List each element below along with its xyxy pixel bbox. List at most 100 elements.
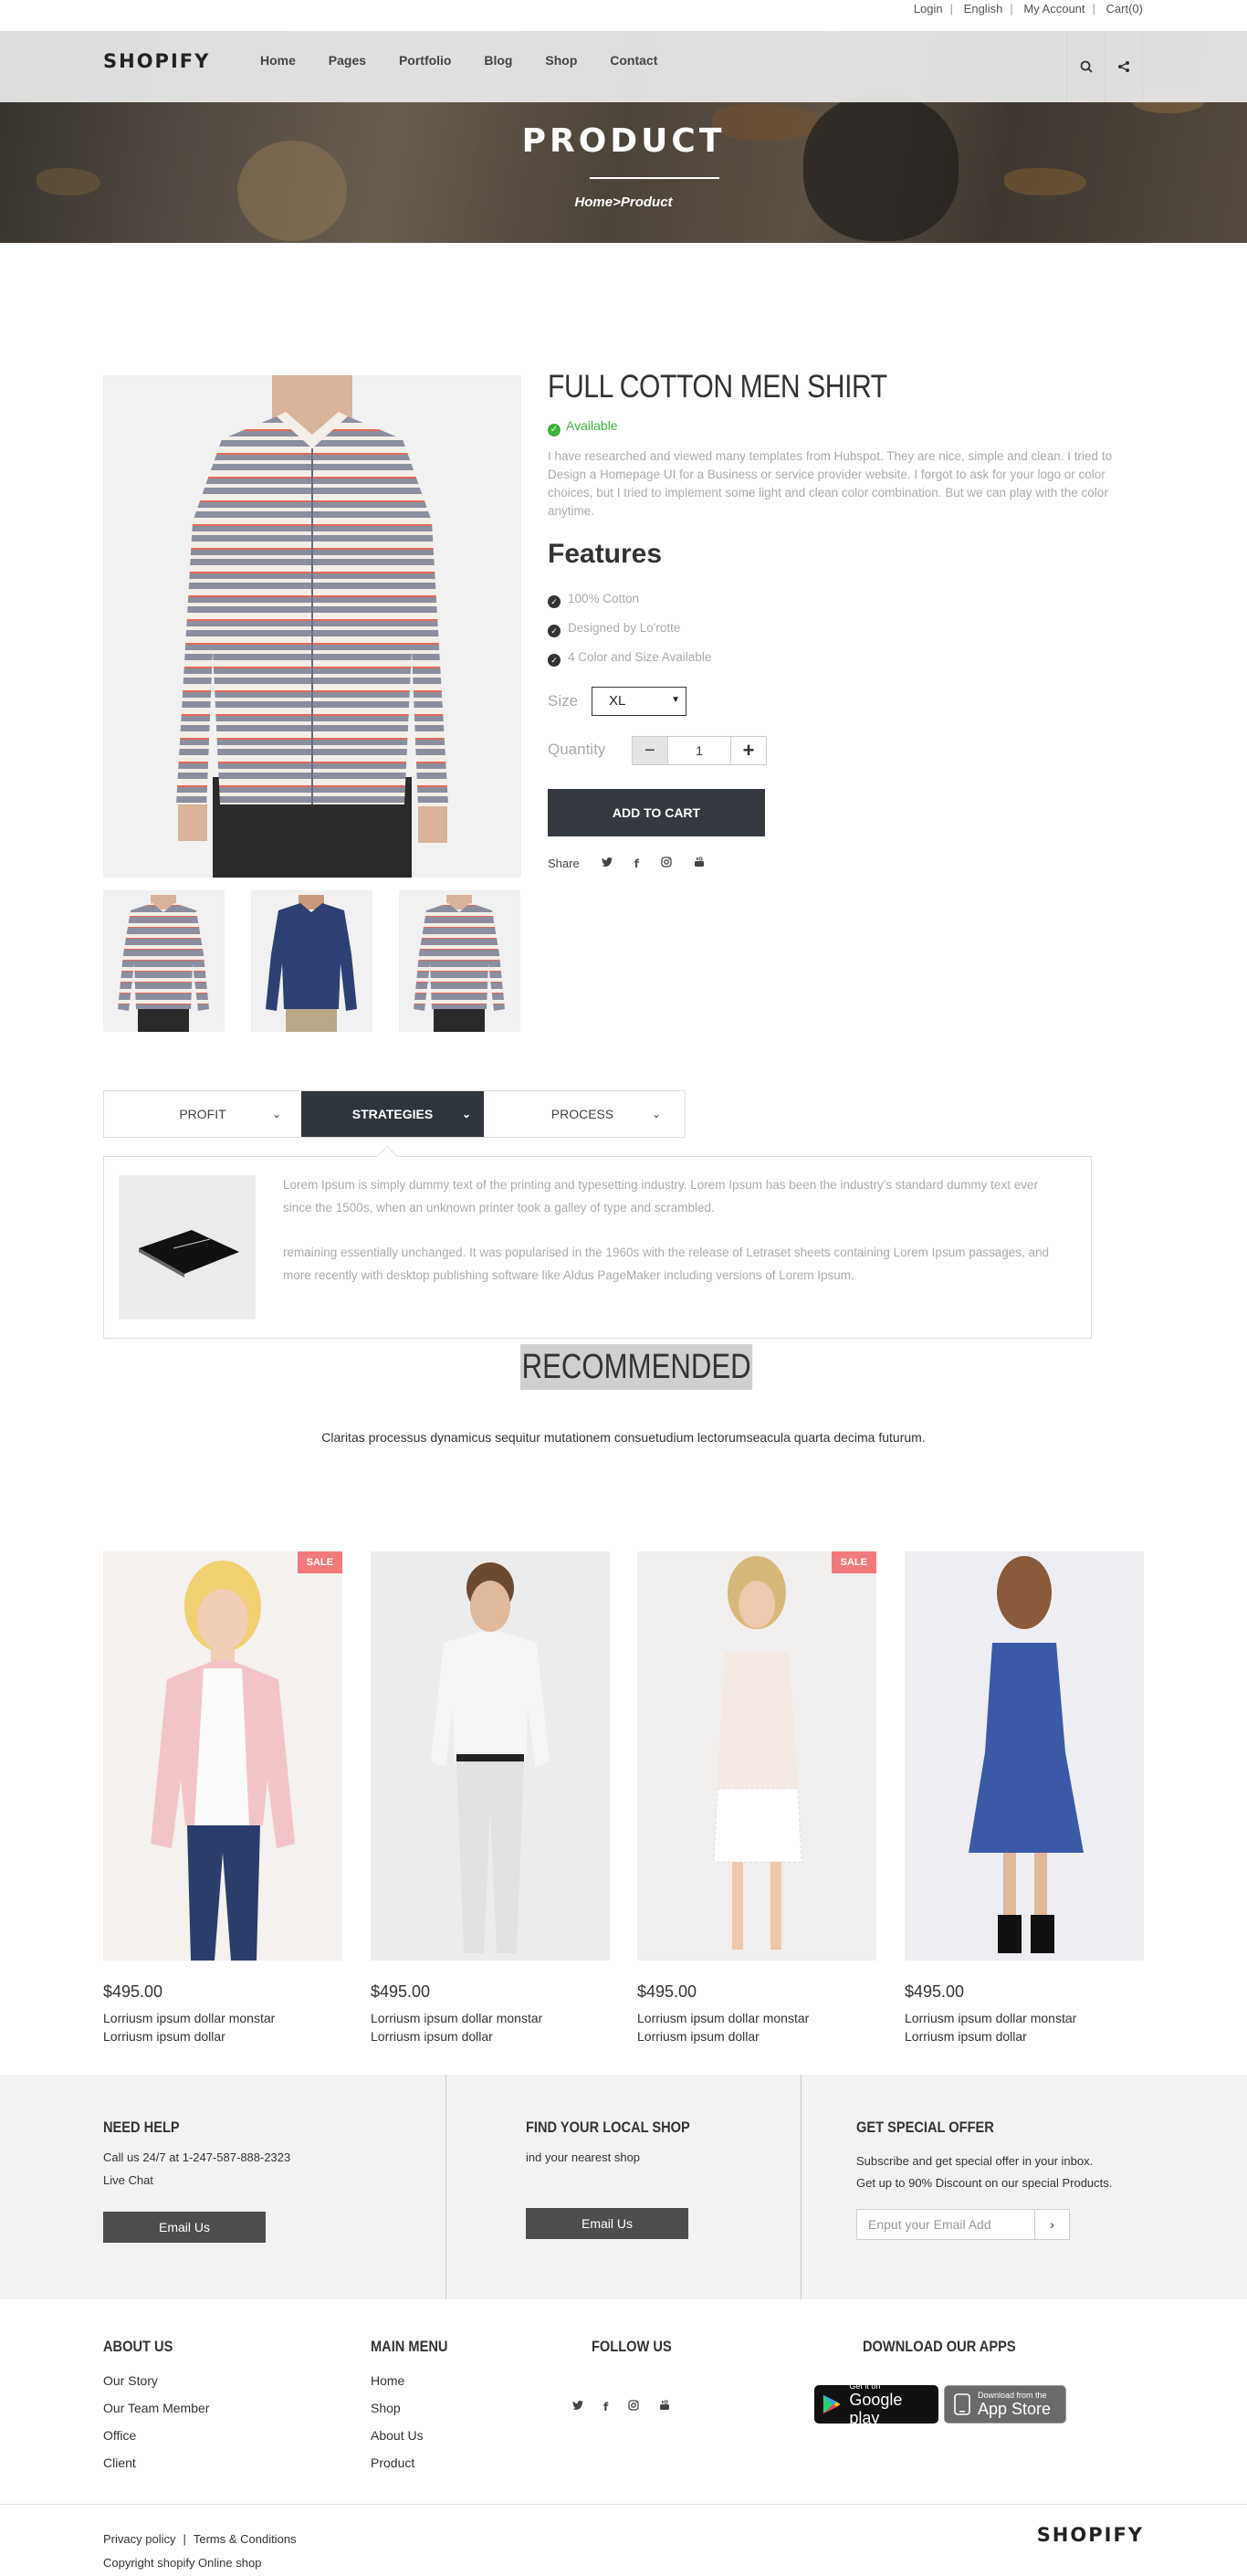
tab-paragraph-2: remaining essentially unchanged. It was … <box>283 1246 1050 1282</box>
footer-link[interactable]: Office <box>103 2422 209 2449</box>
tab-profit[interactable]: PROFIT ⌄ <box>104 1091 301 1137</box>
privacy-policy-link[interactable]: Privacy policy <box>103 2532 175 2546</box>
product-price: $495.00 <box>905 1982 965 2001</box>
product-price: $495.00 <box>637 1982 697 2001</box>
nav-contact[interactable]: Contact <box>610 53 657 68</box>
product-thumbnail[interactable] <box>399 890 520 1032</box>
youtube-icon[interactable] <box>694 857 705 870</box>
product-image[interactable]: SALE <box>637 1551 876 1961</box>
footer-link[interactable]: Shop <box>371 2394 424 2422</box>
product-card[interactable]: $495.00 Lorriusm ipsum dollar monstar Lor… <box>905 1551 1144 2045</box>
email-us-button[interactable]: Email Us <box>526 2208 688 2239</box>
app-store-button[interactable]: Download from the App Store <box>944 2385 1066 2424</box>
twitter-icon[interactable] <box>601 857 613 870</box>
share-row: Share f <box>548 857 705 870</box>
tab-paragraph-1: Lorem Ipsum is simply dummy text of the … <box>283 1178 1038 1214</box>
google-play-button[interactable]: Get it on Google play <box>814 2381 938 2427</box>
facebook-icon[interactable]: f <box>634 857 639 870</box>
top-bar: Login | English | My Account | Cart(0) <box>0 0 1247 31</box>
footer-link[interactable]: Client <box>103 2449 209 2476</box>
brand-logo[interactable]: SHOPIFY <box>103 50 210 72</box>
facebook-icon[interactable]: f <box>603 2401 608 2413</box>
tab-panel-notch <box>376 1145 398 1167</box>
nav-portfolio[interactable]: Portfolio <box>399 53 452 68</box>
nav-pages[interactable]: Pages <box>329 53 366 68</box>
about-title: ABOUT US <box>103 2338 173 2355</box>
login-link[interactable]: Login <box>914 2 943 16</box>
footer-brand-logo[interactable]: SHOPIFY <box>1037 2524 1144 2546</box>
breadcrumb[interactable]: Home>Product <box>0 195 1247 210</box>
search-icon[interactable] <box>1066 31 1105 102</box>
need-help-chat[interactable]: Live Chat <box>103 2173 153 2187</box>
footer-bottom: Privacy policy | Terms & Conditions Copyri… <box>103 2528 297 2575</box>
my-account-link[interactable]: My Account <box>1023 2 1085 16</box>
twitter-icon[interactable] <box>572 2399 583 2415</box>
check-icon: ✓ <box>548 595 561 608</box>
subscribe-button[interactable]: › <box>1034 2209 1070 2240</box>
cart-link[interactable]: Cart(0) <box>1106 2 1143 16</box>
check-icon: ✓ <box>548 654 561 667</box>
product-card[interactable]: SALE $495.00 Lorriusm ipsum dollar monst… <box>637 1551 876 2045</box>
chevron-down-icon: ⌄ <box>651 1108 661 1120</box>
footer-link[interactable]: Our Team Member <box>103 2394 209 2422</box>
top-links: Login | English | My Account | Cart(0) <box>913 2 1143 16</box>
terms-link[interactable]: Terms & Conditions <box>194 2532 297 2546</box>
download-apps-title: DOWNLOAD OUR APPS <box>863 2338 1016 2355</box>
help-divider <box>801 2075 802 2299</box>
footer-link[interactable]: Our Story <box>103 2367 209 2394</box>
share-icon[interactable] <box>1105 31 1143 102</box>
quantity-input[interactable]: 1 <box>667 737 731 764</box>
app-store-text: Download from the App Store <box>978 2391 1051 2418</box>
footer-link[interactable]: Product <box>371 2449 424 2476</box>
youtube-icon[interactable] <box>659 2399 670 2415</box>
check-icon: ✓ <box>548 424 561 436</box>
quantity-stepper: − 1 + <box>632 736 767 765</box>
product-main-image[interactable] <box>103 375 521 878</box>
product-name-line: Lorriusm ipsum dollar monstar <box>103 2011 276 2025</box>
product-name-line: Lorriusm ipsum dollar <box>103 2029 225 2044</box>
nav-icons <box>1066 31 1143 102</box>
hero-divider <box>590 177 719 179</box>
product-card[interactable]: SALE $495.00 Lorriusm ipsum dollar monst… <box>103 1551 342 2045</box>
product-price: $495.00 <box>103 1982 163 2001</box>
product-thumbnail[interactable] <box>251 890 372 1032</box>
email-us-button[interactable]: Email Us <box>103 2212 266 2243</box>
special-offer-line: Get up to 90% Discount on our special Pr… <box>856 2176 1113 2190</box>
feature-item: ✓ 4 Color and Size Available <box>548 650 711 667</box>
tab-strategies[interactable]: STRATEGIES ⌄ <box>301 1091 484 1137</box>
product-name-line: Lorriusm ipsum dollar <box>637 2029 760 2044</box>
size-select[interactable]: XL ▼ <box>592 687 686 716</box>
nav-home[interactable]: Home <box>260 53 296 68</box>
instagram-icon[interactable] <box>661 857 672 870</box>
need-help-title: NEED HELP <box>103 2119 180 2136</box>
tab-process[interactable]: PROCESS ⌄ <box>484 1091 681 1137</box>
language-link[interactable]: English <box>964 2 1003 16</box>
product-name: Lorriusm ipsum dollar monstar Lorriusm ip… <box>905 2009 1144 2045</box>
store-small-text: Get it on <box>849 2381 881 2391</box>
nav-blog[interactable]: Blog <box>484 53 512 68</box>
product-image[interactable]: SALE <box>103 1551 342 1961</box>
availability-label: Available <box>566 418 618 433</box>
product-image[interactable] <box>905 1551 1144 1961</box>
quantity-increase-button[interactable]: + <box>731 737 766 764</box>
main-menu-title: MAIN MENU <box>371 2338 448 2355</box>
special-offer-line: Subscribe and get special offer in your … <box>856 2154 1094 2168</box>
product-thumbnail[interactable] <box>103 890 225 1032</box>
footer-social-icons: f <box>572 2399 670 2415</box>
footer-link[interactable]: About Us <box>371 2422 424 2449</box>
product-card[interactable]: $495.00 Lorriusm ipsum dollar monstar Lor… <box>371 1551 610 2045</box>
footer-link[interactable]: Home <box>371 2367 424 2394</box>
product-image[interactable] <box>371 1551 610 1961</box>
main-nav: Home Pages Portfolio Blog Shop Contact <box>260 53 686 68</box>
sale-badge: SALE <box>297 1551 342 1573</box>
instagram-icon[interactable] <box>628 2399 639 2415</box>
add-to-cart-button[interactable]: ADD TO CART <box>548 789 765 836</box>
product-name: Lorriusm ipsum dollar monstar Lorriusm ip… <box>103 2009 342 2045</box>
tab-label: PROFIT <box>179 1107 226 1121</box>
feature-item: ✓ Designed by Lo'rotte <box>548 621 680 637</box>
nav-shop[interactable]: Shop <box>545 53 577 68</box>
help-divider <box>445 2075 446 2299</box>
quantity-decrease-button[interactable]: − <box>633 737 667 764</box>
product-name-line: Lorriusm ipsum dollar monstar <box>637 2011 810 2025</box>
product-name-line: Lorriusm ipsum dollar monstar <box>905 2011 1077 2025</box>
